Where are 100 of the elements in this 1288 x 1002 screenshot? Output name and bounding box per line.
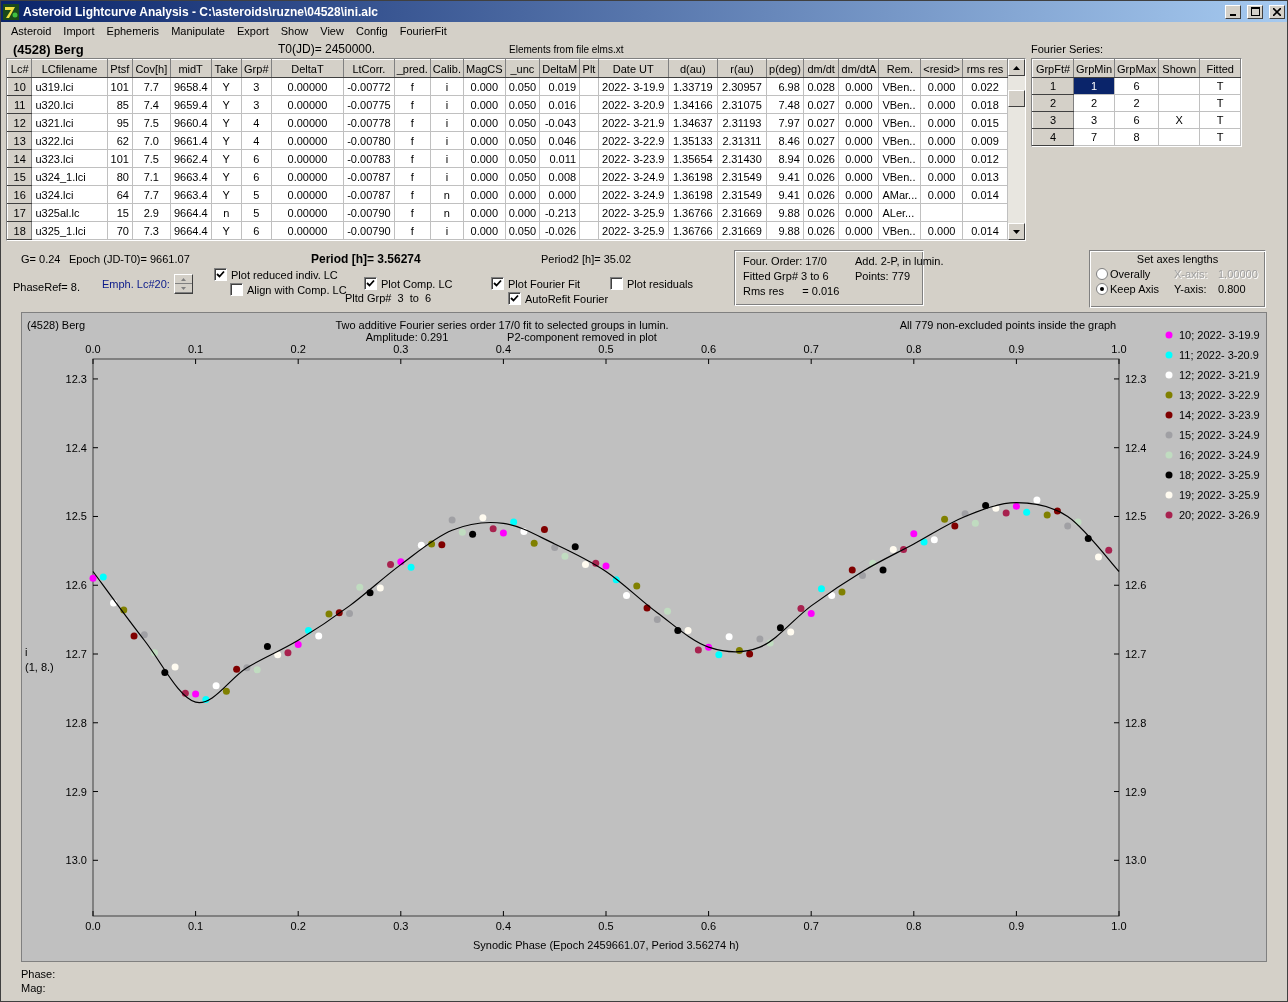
column-header[interactable]: Rem. [878,59,921,78]
scroll-up-icon[interactable] [1008,59,1025,76]
radio-label[interactable]: Overally [1110,268,1174,280]
column-header[interactable]: Shown [1158,59,1200,78]
column-header[interactable]: GrpMax [1114,59,1159,78]
column-header[interactable]: p(deg) [766,59,804,78]
column-header[interactable]: Ptsf [107,59,133,78]
column-header[interactable]: MagCS [463,59,506,78]
data-point [664,607,672,615]
scroll-down-icon[interactable] [1008,223,1025,240]
p2-note: P2-component removed in plot [507,331,657,343]
data-point [325,610,333,618]
column-header[interactable]: Cov[h] [132,59,171,78]
data-point [315,632,323,640]
checkbox[interactable] [214,268,227,281]
data-point [807,609,815,617]
data-point [89,574,97,582]
g-value: G= 0.24 [21,252,62,265]
axis-value: 0.800 [1218,283,1247,295]
y-tick-label: 12.7 [1125,648,1147,660]
checkbox-label[interactable]: AutoRefit Fourier [525,292,609,305]
menu-item[interactable]: FourierFit [393,25,453,37]
checkbox[interactable] [610,277,623,290]
menu-item[interactable]: Manipulate [165,25,231,37]
object-name: (4528) Berg [27,319,86,331]
data-point [1033,496,1041,504]
axes-title: Set axes lengths [1135,253,1220,265]
epoch-value: Epoch (JD-T0)= 9661.07 [69,252,191,265]
plotted-groups: Pltd Grp# 3 to 6 [345,292,491,304]
menu-item[interactable]: Config [349,25,394,37]
checkbox-label[interactable]: Plot Fourier Fit [508,277,581,290]
fit-info-text: Points: 779 [855,270,912,282]
column-header[interactable]: _pred. [394,59,431,78]
data-point [120,606,128,614]
column-header[interactable]: dm/dtA [839,59,879,78]
column-header[interactable]: LCfilename [31,59,108,78]
menu-item[interactable]: View [314,25,350,37]
x-tick-label: 0.9 [1008,920,1025,932]
fit-info-text: Fitted Grp# 3 to 6 [743,270,830,282]
column-header[interactable]: Take [211,59,242,78]
checkbox[interactable] [508,292,521,305]
data-point [171,663,179,671]
phase-ref: PhaseRef= 8. [13,281,81,293]
data-point [900,546,908,553]
checkbox-label[interactable]: Plot residuals [627,277,694,290]
checkbox-label[interactable]: Plot Comp. LC [381,277,453,290]
column-header[interactable]: rms res [962,59,1008,78]
column-header[interactable]: Grp# [241,59,272,78]
column-header[interactable]: Date UT [598,59,669,78]
data-point [1074,518,1082,526]
column-header[interactable]: d(au) [668,59,718,78]
checkbox[interactable] [230,283,243,296]
column-header[interactable]: LtCorr. [343,59,395,78]
column-header[interactable]: GrpFt# [1032,59,1074,78]
x-tick-label: 0.1 [187,920,204,932]
period-value: Period [h]= 3.56274 [311,251,422,266]
menu-item[interactable]: Asteroid [5,25,58,37]
column-header[interactable]: GrpMin [1073,59,1115,78]
column-header[interactable]: DeltaT [271,59,344,78]
data-point [212,682,220,690]
x-tick-label: 0.1 [187,343,204,355]
checkbox-label[interactable]: Plot reduced indiv. LC [231,268,338,281]
column-header[interactable]: _unc [505,59,540,78]
column-header[interactable]: r(au) [717,59,767,78]
data-point [705,643,713,651]
menu-item[interactable]: Import [57,25,101,37]
data-point [859,572,866,580]
scrollbar[interactable] [1008,59,1025,240]
column-header[interactable]: DeltaM [539,59,580,78]
scroll-thumb[interactable] [1008,90,1025,107]
menu-item[interactable]: Export [230,25,275,37]
x-tick-label: 0.8 [906,343,922,355]
elements-source: Elements from file elms.xt [509,43,624,55]
column-header[interactable]: Fitted [1199,59,1241,78]
radio-button[interactable] [1096,283,1108,295]
column-header[interactable]: Lc# [7,59,32,78]
menu-item[interactable]: Ephemeris [100,25,166,37]
maximize-button[interactable] [1247,4,1263,19]
menu-item[interactable]: Show [274,25,315,37]
y-tick-label: 12.8 [1125,716,1147,729]
data-point [274,651,282,659]
column-header[interactable]: midT [170,59,212,78]
axis-label: Y-axis: [1174,283,1208,295]
spinner[interactable] [173,274,193,294]
checkbox[interactable] [364,277,377,290]
data-point [1002,509,1010,517]
column-header[interactable]: Calib. [430,59,464,78]
checkbox[interactable] [491,277,504,290]
period2-value: Period2 [h]= 35.02 [541,252,632,265]
close-button[interactable] [1269,4,1285,19]
column-header[interactable]: <resid> [920,59,963,78]
checkbox-label[interactable]: Align with Comp. LC [247,283,347,296]
column-header[interactable]: dm/dt [803,59,839,78]
y-tick-label: 12.6 [65,579,87,592]
radio-label[interactable]: Keep Axis [1110,283,1174,295]
data-point [828,592,836,600]
y-tick-label: 12.4 [1125,441,1147,454]
data-point [1023,508,1031,516]
minimize-button[interactable] [1225,4,1241,19]
radio-button[interactable] [1096,268,1108,280]
